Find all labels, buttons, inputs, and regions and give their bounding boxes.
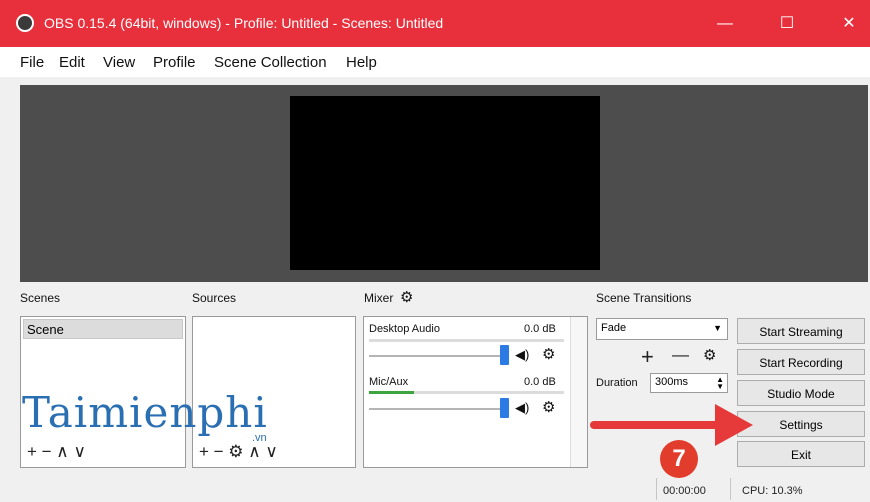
close-button[interactable]: ✕ xyxy=(826,0,870,47)
desktop-audio-meter xyxy=(369,339,564,342)
watermark-text: Taimienphi xyxy=(22,388,268,437)
window-title: OBS 0.15.4 (64bit, windows) - Profile: U… xyxy=(44,15,444,31)
menu-view[interactable]: View xyxy=(103,54,135,71)
mic-aux-db: 0.0 dB xyxy=(524,376,556,388)
scene-list-item[interactable]: Scene xyxy=(23,319,183,339)
menu-file[interactable]: File xyxy=(20,54,44,71)
desktop-audio-label: Desktop Audio xyxy=(369,323,440,335)
maximize-button[interactable]: ☐ xyxy=(764,0,810,47)
mic-aux-speaker-icon[interactable]: ◀) xyxy=(515,400,529,416)
exit-button[interactable]: Exit xyxy=(737,441,865,467)
desktop-audio-volume-handle[interactable] xyxy=(500,345,509,365)
start-streaming-button[interactable]: Start Streaming xyxy=(737,318,865,344)
mic-aux-volume-handle[interactable] xyxy=(500,398,509,418)
duration-label: Duration xyxy=(596,377,638,389)
preview-canvas[interactable] xyxy=(290,96,600,270)
mic-aux-label: Mic/Aux xyxy=(369,376,409,388)
transitions-label: Scene Transitions xyxy=(596,291,692,305)
start-recording-button[interactable]: Start Recording xyxy=(737,349,865,375)
minimize-button[interactable]: — xyxy=(702,0,748,47)
mixer-label: Mixer xyxy=(364,291,394,305)
title-bar: OBS 0.15.4 (64bit, windows) - Profile: U… xyxy=(0,0,870,47)
desktop-audio-speaker-icon[interactable]: ◀) xyxy=(515,347,529,363)
mic-aux-gear-icon[interactable]: ⚙ xyxy=(542,398,555,416)
duration-spinbox[interactable]: 300ms ▲ ▼ xyxy=(650,373,728,393)
menu-bar: File Edit View Profile Scene Collection … xyxy=(0,47,870,77)
cpu-usage: CPU: 10.3% xyxy=(742,485,803,497)
settings-button[interactable]: Settings xyxy=(737,411,865,437)
sources-toolbar[interactable]: + − ⚙ ∧ ∨ xyxy=(199,442,278,462)
menu-scene-collection[interactable]: Scene Collection xyxy=(214,54,327,71)
remove-transition-button[interactable]: — xyxy=(672,345,689,365)
mixer-gear-icon[interactable]: ⚙ xyxy=(400,288,413,306)
status-separator xyxy=(656,478,657,500)
spinner-arrows-icon: ▲ ▼ xyxy=(716,375,724,391)
mixer-scrollbar[interactable] xyxy=(570,317,587,467)
obs-logo-icon xyxy=(16,14,34,32)
chevron-down-icon: ▼ xyxy=(713,323,722,333)
mic-aux-meter-level xyxy=(369,391,414,394)
sources-label: Sources xyxy=(192,291,237,305)
studio-mode-button[interactable]: Studio Mode xyxy=(737,380,865,406)
pointer-arrow-icon xyxy=(715,404,753,446)
desktop-audio-gear-icon[interactable]: ⚙ xyxy=(542,345,555,363)
scenes-label: Scenes xyxy=(20,291,61,305)
transition-settings-icon[interactable]: ⚙ xyxy=(703,346,716,364)
add-transition-button[interactable]: + xyxy=(641,344,654,370)
menu-help[interactable]: Help xyxy=(346,54,377,71)
transition-select[interactable]: Fade ▼ xyxy=(596,318,728,340)
pointer-arrow-shaft xyxy=(590,421,720,429)
mixer-panel: Desktop Audio 0.0 dB ◀) ⚙ Mic/Aux 0.0 dB… xyxy=(363,316,588,468)
step-badge: 7 xyxy=(660,440,698,478)
menu-profile[interactable]: Profile xyxy=(153,54,196,71)
desktop-audio-db: 0.0 dB xyxy=(524,323,556,335)
preview-area xyxy=(20,85,868,282)
watermark-suffix: .vn xyxy=(252,432,267,444)
status-separator xyxy=(730,478,731,500)
transition-selected: Fade xyxy=(601,322,627,334)
stream-time: 00:00:00 xyxy=(663,485,706,497)
duration-value: 300ms xyxy=(655,376,689,388)
mic-aux-volume-track[interactable] xyxy=(369,408,504,410)
desktop-audio-volume-track[interactable] xyxy=(369,355,504,357)
scenes-toolbar[interactable]: + − ∧ ∨ xyxy=(27,442,86,462)
menu-edit[interactable]: Edit xyxy=(59,54,85,71)
